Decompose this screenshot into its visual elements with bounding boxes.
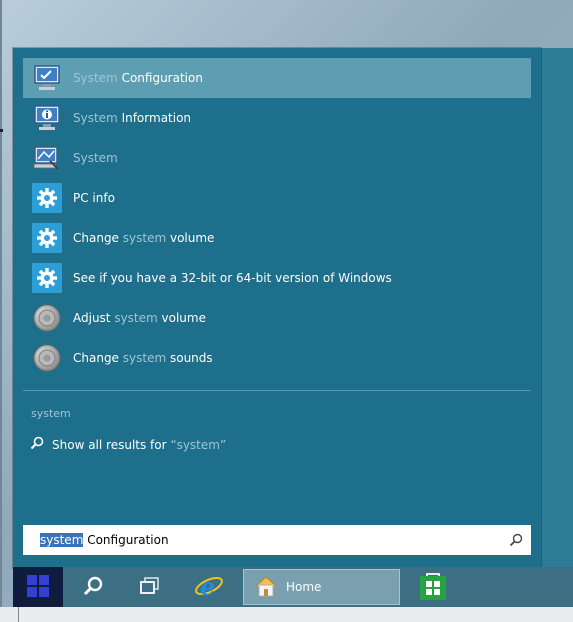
result-label-highlight: System: [73, 71, 118, 85]
search-input-selected-text: system: [40, 533, 84, 547]
desktop-window-edge: [0, 0, 2, 622]
taskbar-search-button[interactable]: [73, 567, 113, 607]
result-32-or-64-bit[interactable]: See if you have a 32-bit or 64-bit versi…: [23, 258, 531, 298]
result-label-highlight: system: [122, 351, 167, 365]
result-system[interactable]: System: [23, 138, 531, 178]
start-button[interactable]: [13, 567, 63, 607]
result-label-suffix: Information: [117, 111, 192, 125]
system-icon: [30, 141, 64, 175]
home-window-button[interactable]: Home: [243, 569, 400, 605]
result-label-highlight: system: [114, 311, 158, 325]
result-label-prefix: Adjust: [73, 311, 115, 325]
result-label-prefix: PC info: [73, 191, 115, 205]
search-panel: System Configuration System Information: [13, 48, 541, 568]
speaker-icon: [30, 301, 64, 335]
result-label-prefix: Change: [73, 231, 123, 245]
search-icon: [82, 575, 104, 600]
result-label-prefix: Change: [73, 351, 123, 365]
home-icon: [254, 574, 278, 601]
taskbar: e Home: [13, 567, 573, 607]
system-information-icon: [30, 101, 64, 135]
gear-icon: [32, 183, 62, 213]
search-icon[interactable]: [509, 533, 523, 550]
result-label-prefix: See if you have a 32-bit or 64-bit versi…: [73, 271, 392, 285]
show-all-query: “system”: [170, 437, 227, 452]
task-view-icon: [139, 575, 161, 600]
show-all-results-link[interactable]: Show all results for “system”: [30, 436, 226, 453]
result-label-highlight: system: [122, 231, 167, 245]
system-configuration-icon: [30, 61, 64, 95]
query-group-label: system: [31, 407, 71, 420]
gear-icon: [32, 263, 62, 293]
result-label-suffix: volume: [157, 311, 206, 325]
result-label-suffix: sounds: [166, 351, 213, 365]
speaker-icon: [30, 341, 64, 375]
search-icon: [30, 436, 44, 453]
svg-text:e: e: [200, 572, 215, 601]
search-results-list: System Configuration System Information: [23, 58, 531, 378]
windows-logo-icon: [26, 574, 50, 601]
results-divider: [23, 390, 531, 391]
result-label-suffix: volume: [166, 231, 215, 245]
internet-explorer-button[interactable]: e: [189, 567, 229, 607]
desktop-bottom-strip: [0, 607, 573, 622]
result-change-system-volume[interactable]: Change system volume: [23, 218, 531, 258]
gear-icon: [32, 223, 62, 253]
search-input-rest-text: Configuration: [83, 533, 169, 547]
result-change-system-sounds[interactable]: Change system sounds: [23, 338, 531, 378]
result-pc-info[interactable]: PC info: [23, 178, 531, 218]
search-input[interactable]: system Configuration: [23, 525, 531, 555]
result-label-highlight: System: [73, 151, 118, 165]
internet-explorer-icon: e: [194, 571, 224, 604]
desktop-marker: [0, 129, 3, 132]
background-window-strip: [541, 48, 573, 567]
store-icon: [418, 571, 448, 604]
result-adjust-system-volume[interactable]: Adjust system volume: [23, 298, 531, 338]
result-system-information[interactable]: System Information: [23, 98, 531, 138]
store-button[interactable]: [413, 567, 453, 607]
result-label-highlight: System: [73, 111, 118, 125]
result-label-suffix: Configuration: [117, 71, 203, 85]
task-view-button[interactable]: [130, 567, 170, 607]
show-all-label: Show all results for: [52, 437, 171, 452]
result-system-configuration[interactable]: System Configuration: [23, 58, 531, 98]
home-window-label: Home: [286, 580, 322, 594]
